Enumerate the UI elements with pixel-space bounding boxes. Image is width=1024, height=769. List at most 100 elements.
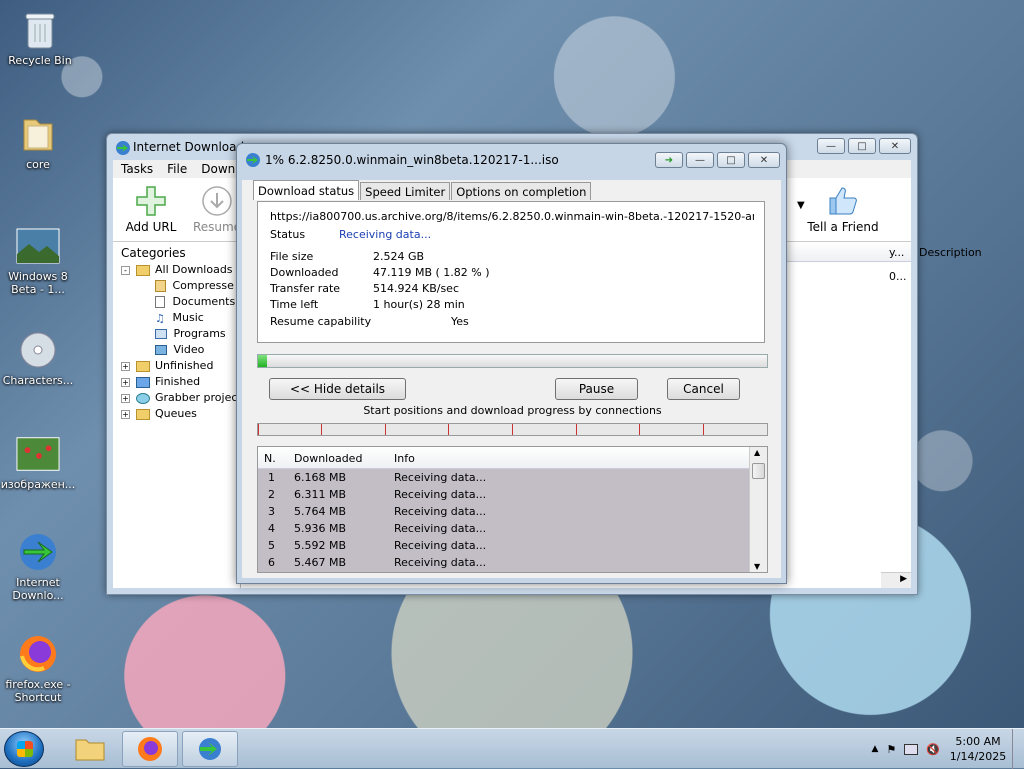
tab-download-status[interactable]: Download status bbox=[253, 180, 359, 200]
connections-table-body: 1 6.168 MB Receiving data... 2 6.311 MB … bbox=[258, 469, 749, 572]
expand-icon[interactable]: + bbox=[121, 362, 130, 371]
dialog-titlebar[interactable]: 1% 6.2.8250.0.winmain_win8beta.120217-1.… bbox=[237, 144, 786, 174]
system-tray: ▲ ⚑ 🔇 5:00 AM 1/14/2025 bbox=[872, 729, 1024, 769]
tree-item-finished[interactable]: + Finished bbox=[117, 375, 240, 391]
tree-item-video[interactable]: Video bbox=[117, 343, 240, 359]
desktop-icon-characters[interactable]: Characters... bbox=[0, 328, 76, 387]
table-row[interactable]: 2 6.311 MB Receiving data... bbox=[258, 486, 749, 503]
tree-item-music[interactable]: ♫ Music bbox=[117, 311, 240, 327]
desktop-icon-windows8-beta[interactable]: Windows 8 Beta - 1... bbox=[0, 224, 76, 296]
tree-item-unfinished[interactable]: + Unfinished bbox=[117, 359, 240, 375]
close-icon: ✕ bbox=[760, 155, 768, 166]
tab-speed-limiter[interactable]: Speed Limiter bbox=[360, 182, 450, 200]
connection-segment bbox=[576, 424, 577, 435]
tree-item-compressed[interactable]: Compresse bbox=[117, 279, 240, 295]
column-info[interactable]: Info bbox=[394, 452, 415, 465]
taskbar-explorer-button[interactable] bbox=[62, 731, 118, 767]
tell-a-friend-button[interactable]: Tell a Friend bbox=[805, 182, 881, 234]
connection-segment bbox=[703, 424, 704, 435]
dialog-close-button[interactable]: ✕ bbox=[748, 152, 780, 168]
dvd-icon bbox=[16, 328, 60, 372]
connections-caption: Start positions and download progress by… bbox=[257, 404, 768, 417]
tree-item-programs[interactable]: Programs bbox=[117, 327, 240, 343]
taskbar-idm-button[interactable] bbox=[182, 731, 238, 767]
connections-table-scrollbar[interactable]: ▲ ▼ bbox=[749, 447, 767, 572]
dialog-title: 1% 6.2.8250.0.winmain_win8beta.120217-1.… bbox=[265, 153, 559, 167]
folder-icon bbox=[16, 112, 60, 156]
expand-icon[interactable]: + bbox=[121, 394, 130, 403]
minimize-button[interactable]: — bbox=[817, 138, 845, 154]
image-file-icon bbox=[16, 224, 60, 268]
dialog-minimize-button[interactable]: — bbox=[686, 152, 714, 168]
action-center-flag-icon[interactable]: ⚑ bbox=[886, 743, 896, 756]
table-row[interactable]: 5 5.592 MB Receiving data... bbox=[258, 537, 749, 554]
scroll-right-icon[interactable]: ▶ bbox=[900, 574, 907, 584]
show-hidden-icons-icon[interactable]: ▲ bbox=[872, 744, 879, 754]
resume-capability-value: Yes bbox=[451, 315, 469, 328]
show-desktop-button[interactable] bbox=[1012, 729, 1024, 769]
tree-item-queues[interactable]: + Queues bbox=[117, 407, 240, 423]
scroll-down-icon[interactable]: ▼ bbox=[754, 562, 760, 571]
connection-segment bbox=[385, 424, 386, 435]
connection-segment bbox=[448, 424, 449, 435]
desktop-icon-firefox[interactable]: firefox.exe - Shortcut bbox=[0, 632, 76, 704]
desktop-icon-idm[interactable]: Internet Downlo... bbox=[0, 530, 76, 602]
list-column-description[interactable]: Description bbox=[919, 246, 982, 259]
categories-tree: Categories - All Downloads Compresse Doc… bbox=[113, 242, 241, 588]
scroll-up-icon[interactable]: ▲ bbox=[754, 448, 760, 457]
tab-options-on-completion[interactable]: Options on completion bbox=[451, 182, 591, 200]
collapse-icon[interactable]: - bbox=[121, 266, 130, 275]
taskbar-firefox-button[interactable] bbox=[122, 731, 178, 767]
list-column-header[interactable]: y... bbox=[889, 246, 904, 259]
taskbar: ▲ ⚑ 🔇 5:00 AM 1/14/2025 bbox=[0, 728, 1024, 768]
time-left-label: Time left bbox=[270, 298, 318, 311]
table-row[interactable]: 1 6.168 MB Receiving data... bbox=[258, 469, 749, 486]
table-row[interactable]: 6 5.467 MB Receiving data... bbox=[258, 554, 749, 571]
pause-button[interactable]: Pause bbox=[555, 378, 638, 400]
network-icon[interactable] bbox=[904, 744, 918, 755]
connections-table[interactable]: N. Downloaded Info 1 6.168 MB Receiving … bbox=[257, 446, 768, 573]
desktop-icon-image[interactable]: изображен... bbox=[0, 432, 76, 491]
table-row[interactable]: 4 5.936 MB Receiving data... bbox=[258, 520, 749, 537]
send-to-tray-button[interactable]: ➜ bbox=[655, 152, 683, 168]
dialog-tabs: Download status Speed Limiter Options on… bbox=[253, 182, 592, 200]
main-window-title: Internet Download bbox=[133, 140, 244, 154]
hide-details-button[interactable]: << Hide details bbox=[269, 378, 406, 400]
checkmark-folder-icon bbox=[136, 377, 150, 388]
grabber-icon bbox=[136, 393, 150, 404]
tree-item-grabber-projects[interactable]: + Grabber projec bbox=[117, 391, 240, 407]
table-row[interactable]: 3 5.764 MB Receiving data... bbox=[258, 503, 749, 520]
download-status-panel: https://ia800700.us.archive.org/8/items/… bbox=[257, 201, 765, 343]
column-downloaded[interactable]: Downloaded bbox=[294, 452, 362, 465]
column-n[interactable]: N. bbox=[264, 452, 276, 465]
close-button[interactable]: ✕ bbox=[879, 138, 911, 154]
toolbar-dropdown-arrow-icon[interactable]: ▼ bbox=[797, 200, 805, 211]
tree-item-all-downloads[interactable]: - All Downloads bbox=[117, 263, 240, 279]
tree-item-documents[interactable]: Documents bbox=[117, 295, 240, 311]
connections-table-header: N. Downloaded Info bbox=[258, 447, 749, 469]
document-icon bbox=[155, 296, 165, 308]
dialog-maximize-button[interactable]: □ bbox=[717, 152, 745, 168]
scrollbar-thumb[interactable] bbox=[752, 463, 765, 479]
desktop-icon-core[interactable]: core bbox=[0, 112, 76, 171]
menu-file[interactable]: File bbox=[167, 162, 187, 176]
expand-icon[interactable]: + bbox=[121, 410, 130, 419]
connection-segment bbox=[321, 424, 322, 435]
desktop-icon-recycle-bin[interactable]: Recycle Bin bbox=[2, 8, 78, 67]
connection-segment bbox=[512, 424, 513, 435]
archive-icon bbox=[155, 280, 166, 292]
cancel-button[interactable]: Cancel bbox=[667, 378, 740, 400]
folder-icon bbox=[136, 361, 150, 372]
add-url-button[interactable]: Add URL bbox=[119, 182, 183, 234]
expand-icon[interactable]: + bbox=[121, 378, 130, 387]
horizontal-scrollbar[interactable]: ▶ bbox=[881, 572, 911, 588]
taskbar-clock[interactable]: 5:00 AM 1/14/2025 bbox=[948, 734, 1008, 764]
start-button[interactable] bbox=[4, 731, 44, 767]
menu-tasks[interactable]: Tasks bbox=[121, 162, 153, 176]
music-note-icon: ♫ bbox=[155, 312, 166, 325]
maximize-button[interactable]: □ bbox=[848, 138, 876, 154]
clock-date: 1/14/2025 bbox=[948, 749, 1008, 764]
volume-muted-icon[interactable]: 🔇 bbox=[926, 743, 940, 756]
firefox-icon bbox=[136, 735, 164, 763]
download-progress-dialog[interactable]: 1% 6.2.8250.0.winmain_win8beta.120217-1.… bbox=[236, 143, 787, 584]
